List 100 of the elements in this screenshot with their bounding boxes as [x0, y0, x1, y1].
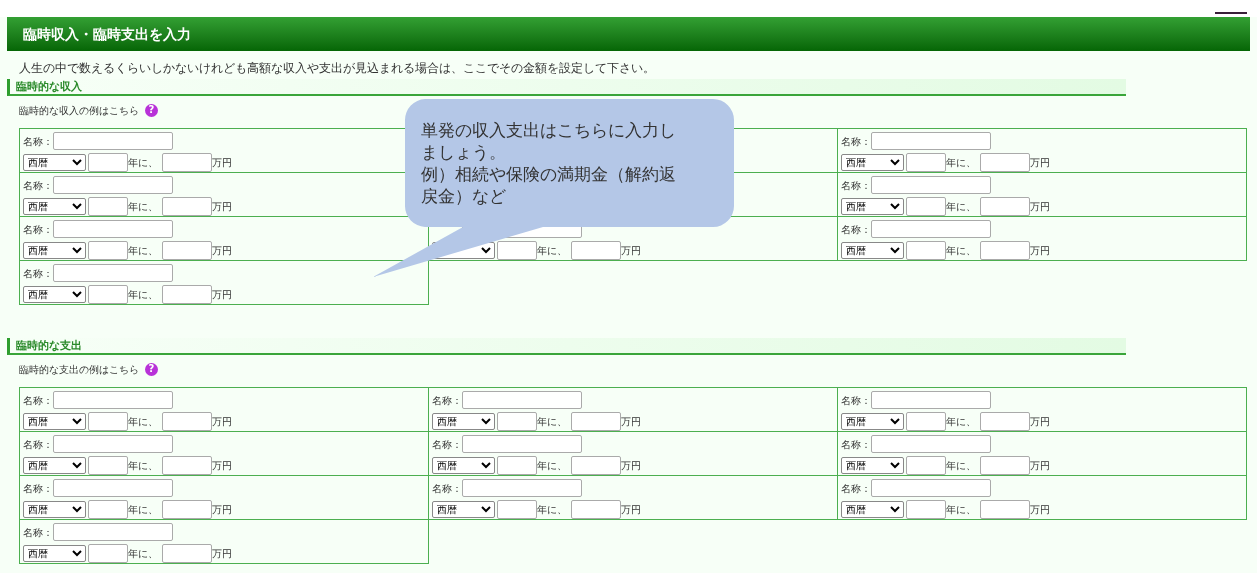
name-field[interactable]: [462, 479, 582, 497]
year-field[interactable]: [88, 197, 128, 216]
name-field[interactable]: [871, 391, 991, 409]
amount-field[interactable]: [571, 500, 621, 519]
era-select[interactable]: 西暦: [23, 413, 86, 430]
era-select[interactable]: 西暦: [23, 501, 86, 518]
name-field[interactable]: [462, 435, 582, 453]
amount-field[interactable]: [571, 456, 621, 475]
year-suffix: 年に、: [537, 459, 568, 473]
amount-field[interactable]: [980, 500, 1030, 519]
name-label: 名称：: [23, 134, 53, 149]
year-field[interactable]: [497, 241, 537, 260]
year-suffix: 年に、: [128, 200, 159, 214]
intro-text: 人生の中で数えるくらいしかないけれども高額な収入や支出が見込まれる場合は、ここでその金額を設定して下さい。: [19, 60, 656, 76]
year-field[interactable]: [88, 500, 128, 519]
era-select[interactable]: 西暦: [841, 154, 904, 171]
name-field[interactable]: [462, 391, 582, 409]
year-suffix: 年に、: [946, 503, 977, 517]
name-field[interactable]: [53, 391, 173, 409]
name-field[interactable]: [871, 220, 991, 238]
help-link-text[interactable]: 臨時的な支出の例はこちら: [19, 361, 139, 377]
unit-label: 万円: [621, 459, 641, 473]
year-field[interactable]: [88, 544, 128, 563]
unit-label: 万円: [1030, 415, 1050, 429]
name-field[interactable]: [871, 176, 991, 194]
year-field[interactable]: [497, 500, 537, 519]
year-suffix: 年に、: [946, 200, 977, 214]
amount-field[interactable]: [162, 544, 212, 563]
name-label: 名称：: [841, 178, 871, 193]
name-field[interactable]: [53, 176, 173, 194]
era-select[interactable]: 西暦: [841, 457, 904, 474]
name-field[interactable]: [871, 132, 991, 150]
amount-field[interactable]: [980, 153, 1030, 172]
amount-field[interactable]: [162, 412, 212, 431]
amount-field[interactable]: [571, 412, 621, 431]
year-field[interactable]: [88, 412, 128, 431]
year-field[interactable]: [497, 456, 537, 475]
era-select[interactable]: 西暦: [432, 413, 495, 430]
unit-label: 万円: [1030, 244, 1050, 258]
name-field[interactable]: [53, 479, 173, 497]
page-title: 臨時収入・臨時支出を入力: [23, 24, 191, 44]
amount-field[interactable]: [162, 285, 212, 304]
era-select[interactable]: 西暦: [841, 501, 904, 518]
section-heading: 臨時的な支出: [7, 338, 1126, 355]
amount-field[interactable]: [980, 197, 1030, 216]
name-field[interactable]: [53, 435, 173, 453]
name-label: 名称：: [432, 437, 462, 452]
year-field[interactable]: [88, 285, 128, 304]
year-field[interactable]: [906, 241, 946, 260]
year-field[interactable]: [906, 153, 946, 172]
year-field[interactable]: [497, 412, 537, 431]
help-icon[interactable]: ?: [145, 362, 158, 376]
name-label: 名称：: [841, 134, 871, 149]
year-field[interactable]: [88, 456, 128, 475]
era-select[interactable]: 西暦: [23, 545, 86, 562]
name-field[interactable]: [53, 220, 173, 238]
year-field[interactable]: [906, 500, 946, 519]
year-field[interactable]: [906, 456, 946, 475]
amount-field[interactable]: [162, 456, 212, 475]
era-select[interactable]: 西暦: [432, 457, 495, 474]
era-select[interactable]: 西暦: [23, 242, 86, 259]
unit-label: 万円: [212, 547, 232, 561]
unit-label: 万円: [212, 288, 232, 302]
era-select[interactable]: 西暦: [841, 242, 904, 259]
era-select[interactable]: 西暦: [23, 154, 86, 171]
name-field[interactable]: [53, 132, 173, 150]
amount-field[interactable]: [980, 241, 1030, 260]
year-field[interactable]: [88, 241, 128, 260]
year-suffix: 年に、: [946, 459, 977, 473]
amount-field[interactable]: [980, 412, 1030, 431]
amount-field[interactable]: [980, 456, 1030, 475]
help-icon[interactable]: ?: [145, 103, 158, 117]
year-suffix: 年に、: [128, 547, 159, 561]
amount-field[interactable]: [162, 153, 212, 172]
year-field[interactable]: [906, 197, 946, 216]
era-select[interactable]: 西暦: [23, 198, 86, 215]
name-label: 名称：: [23, 525, 53, 540]
year-suffix: 年に、: [946, 415, 977, 429]
year-field[interactable]: [88, 153, 128, 172]
amount-field[interactable]: [162, 197, 212, 216]
era-select[interactable]: 西暦: [23, 286, 86, 303]
amount-field[interactable]: [162, 500, 212, 519]
amount-field[interactable]: [571, 241, 621, 260]
era-select[interactable]: 西暦: [23, 457, 86, 474]
name-field[interactable]: [871, 435, 991, 453]
name-label: 名称：: [432, 393, 462, 408]
unit-label: 万円: [212, 244, 232, 258]
amount-field[interactable]: [162, 241, 212, 260]
name-field[interactable]: [53, 523, 173, 541]
year-field[interactable]: [906, 412, 946, 431]
era-select[interactable]: 西暦: [841, 198, 904, 215]
name-field[interactable]: [53, 264, 173, 282]
name-label: 名称：: [841, 222, 871, 237]
unit-label: 万円: [212, 459, 232, 473]
name-label: 名称：: [432, 481, 462, 496]
name-field[interactable]: [871, 479, 991, 497]
name-label: 名称：: [23, 222, 53, 237]
era-select[interactable]: 西暦: [432, 501, 495, 518]
era-select[interactable]: 西暦: [841, 413, 904, 430]
help-link-text[interactable]: 臨時的な収入の例はこちら: [19, 102, 139, 118]
